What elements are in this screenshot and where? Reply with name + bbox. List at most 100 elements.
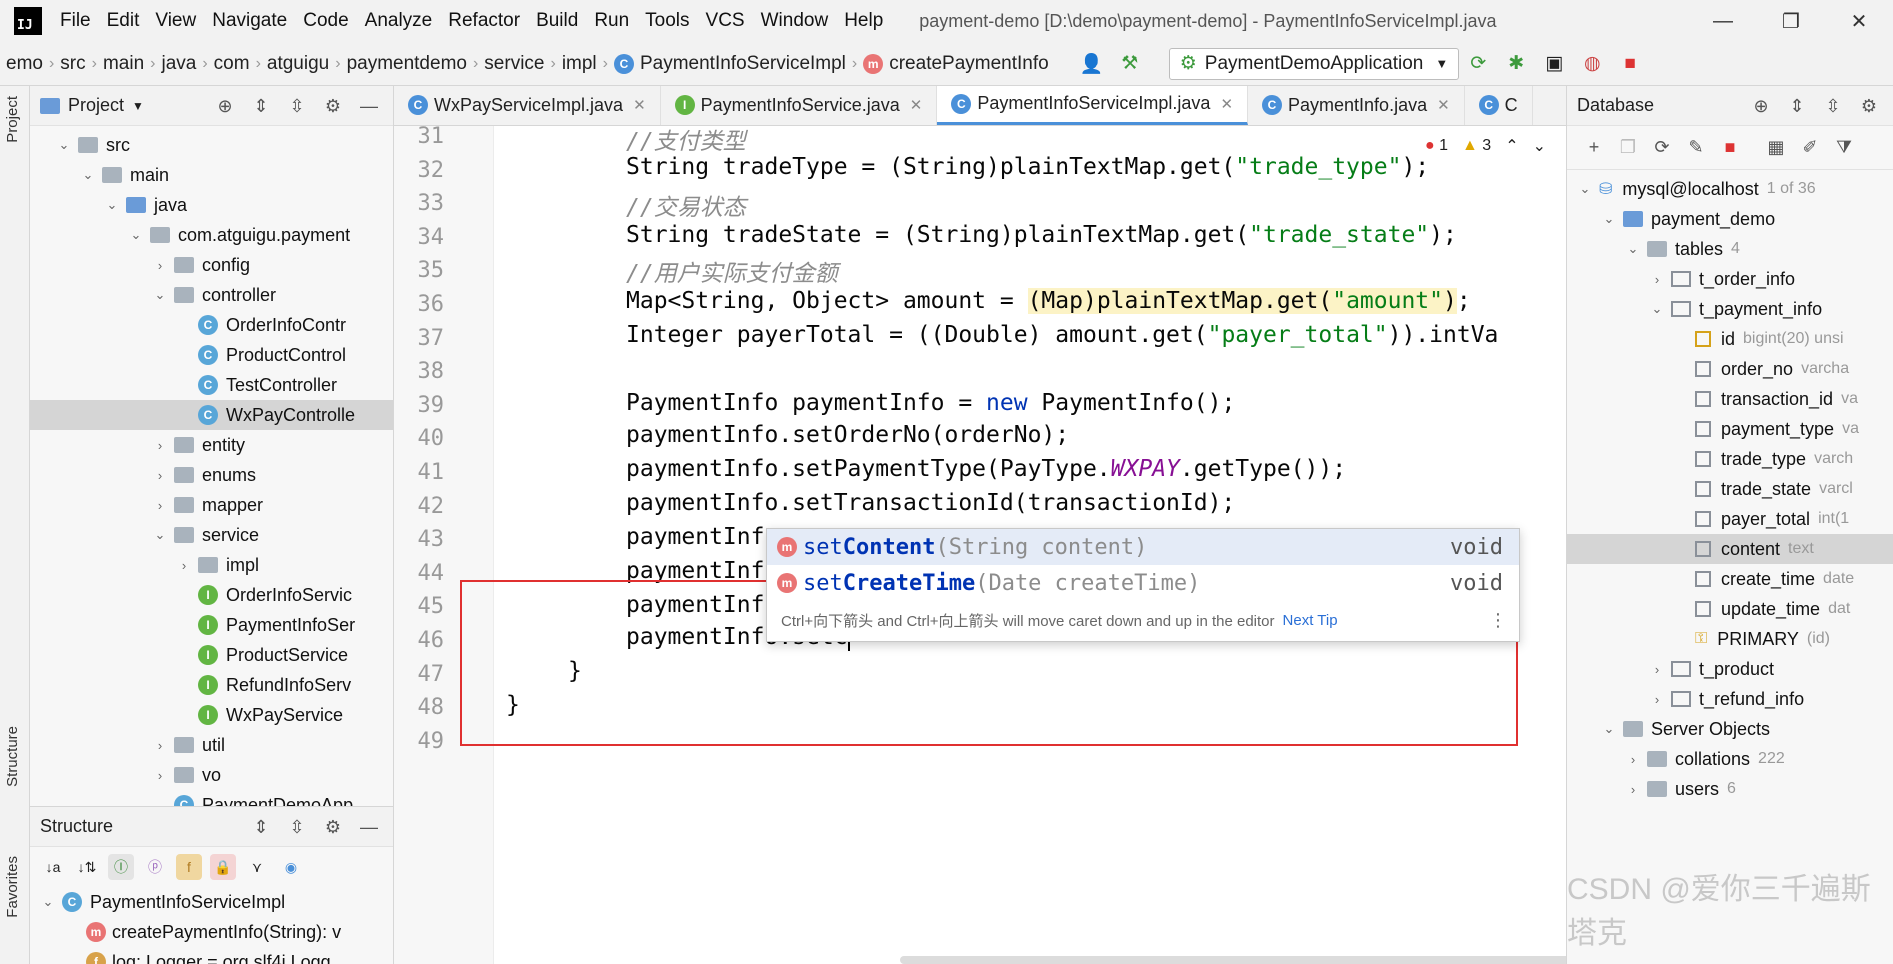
project-panel-title[interactable]: Project	[68, 95, 124, 116]
database-tree-item[interactable]: order_no varcha	[1567, 354, 1893, 384]
next-highlight-icon[interactable]: ⌄	[1533, 136, 1546, 156]
hide-icon[interactable]: —	[351, 817, 387, 838]
chevron-right-icon[interactable]: ›	[1647, 692, 1667, 707]
tree-item[interactable]: ⌄ com.atguigu.payment	[30, 220, 393, 250]
close-tab-icon[interactable]: ✕	[1437, 96, 1450, 114]
menu-edit[interactable]: Edit	[99, 0, 148, 42]
breadcrumb-item[interactable]: com	[208, 53, 256, 75]
duplicate-icon[interactable]: ❐	[1611, 137, 1645, 158]
show-inherited-icon[interactable]: Ⓘ	[108, 854, 134, 880]
breadcrumb-item[interactable]: java	[155, 53, 202, 75]
show-non-public-icon[interactable]: 🔒	[210, 854, 236, 880]
chevron-down-icon[interactable]: ⌄	[1575, 181, 1595, 197]
sort-visibility-icon[interactable]: ↓⇅	[74, 854, 100, 880]
edit-icon[interactable]: ✐	[1793, 137, 1827, 158]
chevron-right-icon[interactable]: ›	[1623, 782, 1643, 797]
close-tab-icon[interactable]: ✕	[910, 96, 923, 114]
project-tool-tab[interactable]: Project	[4, 96, 21, 143]
chevron-right-icon[interactable]: ›	[174, 558, 194, 573]
user-icon[interactable]: 👤	[1079, 51, 1105, 77]
breadcrumb-item[interactable]: impl	[556, 53, 603, 75]
chevron-right-icon[interactable]: ›	[150, 468, 170, 483]
tree-item[interactable]: › config	[30, 250, 393, 280]
tree-item[interactable]: ⌄ main	[30, 160, 393, 190]
expand-all-icon[interactable]: ⇕	[243, 96, 279, 117]
expand-all-icon[interactable]: ⇕	[243, 817, 279, 838]
sort-alpha-icon[interactable]: ↓a	[40, 854, 66, 880]
menu-analyze[interactable]: Analyze	[357, 0, 441, 42]
minimize-icon[interactable]: —	[1689, 0, 1757, 42]
breadcrumb-item[interactable]: service	[478, 53, 550, 75]
breadcrumb-item[interactable]: emo	[0, 53, 49, 75]
structure-item[interactable]: f log: Logger = org.slf4j.Logg	[30, 947, 393, 964]
chevron-right-icon[interactable]: ›	[150, 738, 170, 753]
gear-icon[interactable]: ⚙	[315, 96, 351, 117]
restore-icon[interactable]: ❐	[1757, 0, 1825, 42]
next-tip-link[interactable]: Next Tip	[1283, 612, 1338, 629]
breadcrumb-item[interactable]: main	[97, 53, 150, 75]
database-tree-item[interactable]: id bigint(20) unsi	[1567, 324, 1893, 354]
horizontal-scrollbar[interactable]	[900, 956, 1566, 964]
database-tree-item[interactable]: ⌄ tables 4	[1567, 234, 1893, 264]
chevron-down-icon[interactable]: ⌄	[102, 197, 122, 213]
expand-all-icon[interactable]: ⇕	[1779, 96, 1815, 117]
database-tree-item[interactable]: › users 6	[1567, 774, 1893, 804]
chevron-down-icon[interactable]: ⌄	[1599, 211, 1619, 227]
database-tree-item[interactable]: create_time date	[1567, 564, 1893, 594]
locate-icon[interactable]: ⊕	[207, 96, 243, 117]
tree-item[interactable]: I PaymentInfoSer	[30, 610, 393, 640]
tree-item[interactable]: I ProductService	[30, 640, 393, 670]
collapse-all-icon[interactable]: ⇳	[279, 817, 315, 838]
more-options-icon[interactable]: ⋮	[1489, 610, 1507, 631]
database-tree-item[interactable]: content text	[1567, 534, 1893, 564]
tree-item[interactable]: C TestController	[30, 370, 393, 400]
database-tree-item[interactable]: update_time dat	[1567, 594, 1893, 624]
warning-count[interactable]: ▲ 3	[1462, 137, 1491, 155]
tree-item[interactable]: I WxPayService	[30, 700, 393, 730]
chevron-down-icon[interactable]: ⌄	[54, 137, 74, 153]
database-tree-item[interactable]: payer_total int(1	[1567, 504, 1893, 534]
tree-item[interactable]: › util	[30, 730, 393, 760]
menu-build[interactable]: Build	[528, 0, 586, 42]
menu-file[interactable]: File	[52, 0, 99, 42]
chevron-down-icon[interactable]: ⌄	[1647, 301, 1667, 317]
coverage-icon[interactable]: ▣	[1541, 51, 1567, 77]
stop-icon[interactable]: ■	[1617, 51, 1643, 77]
editor-tab[interactable]: C WxPayServiceImpl.java ✕	[394, 86, 661, 125]
database-tree-item[interactable]: ⚿ PRIMARY (id)	[1567, 624, 1893, 654]
database-tree-item[interactable]: ⌄ Server Objects	[1567, 714, 1893, 744]
menu-refactor[interactable]: Refactor	[440, 0, 528, 42]
tree-item[interactable]: ⌄ controller	[30, 280, 393, 310]
code-completion-popup[interactable]: m setContent (String content) void m setCreat…	[766, 528, 1520, 642]
chevron-down-icon[interactable]: ⌄	[1599, 721, 1619, 737]
breadcrumb-item[interactable]: src	[54, 53, 91, 75]
chevron-down-icon[interactable]: ⌄	[150, 287, 170, 303]
gear-icon[interactable]: ⚙	[1851, 96, 1887, 117]
chevron-right-icon[interactable]: ›	[1623, 752, 1643, 767]
chevron-down-icon[interactable]: ⌄	[38, 894, 58, 910]
add-icon[interactable]: +	[1577, 137, 1611, 158]
tree-item[interactable]: I OrderInfoServic	[30, 580, 393, 610]
database-tree-item[interactable]: ⌄ payment_demo	[1567, 204, 1893, 234]
menu-code[interactable]: Code	[295, 0, 356, 42]
chevron-right-icon[interactable]: ›	[150, 438, 170, 453]
close-tab-icon[interactable]: ✕	[1220, 95, 1233, 113]
menu-help[interactable]: Help	[836, 0, 891, 42]
profile-icon[interactable]: ◍	[1579, 51, 1605, 77]
table-view-icon[interactable]: ▦	[1759, 137, 1793, 158]
tree-item[interactable]: › mapper	[30, 490, 393, 520]
run-configuration-select[interactable]: ⚙ PaymentDemoApplication ▼	[1168, 47, 1460, 80]
menu-run[interactable]: Run	[586, 0, 637, 42]
structure-item[interactable]: ⌄ C PaymentInfoServiceImpl	[30, 887, 393, 917]
tree-item[interactable]: › vo	[30, 760, 393, 790]
chevron-down-icon[interactable]: ⌄	[78, 167, 98, 183]
editor-tab[interactable]: C PaymentInfoServiceImpl.java ✕	[937, 86, 1249, 125]
breadcrumb-item[interactable]: atguigu	[261, 53, 335, 75]
database-tree-item[interactable]: trade_state varcl	[1567, 474, 1893, 504]
tree-item[interactable]: ⌄ java	[30, 190, 393, 220]
tree-item[interactable]: C OrderInfoContr	[30, 310, 393, 340]
menu-window[interactable]: Window	[753, 0, 837, 42]
breadcrumb-item[interactable]: C PaymentInfoServiceImpl	[608, 53, 852, 75]
database-tree-item[interactable]: transaction_id va	[1567, 384, 1893, 414]
chevron-right-icon[interactable]: ›	[1647, 662, 1667, 677]
